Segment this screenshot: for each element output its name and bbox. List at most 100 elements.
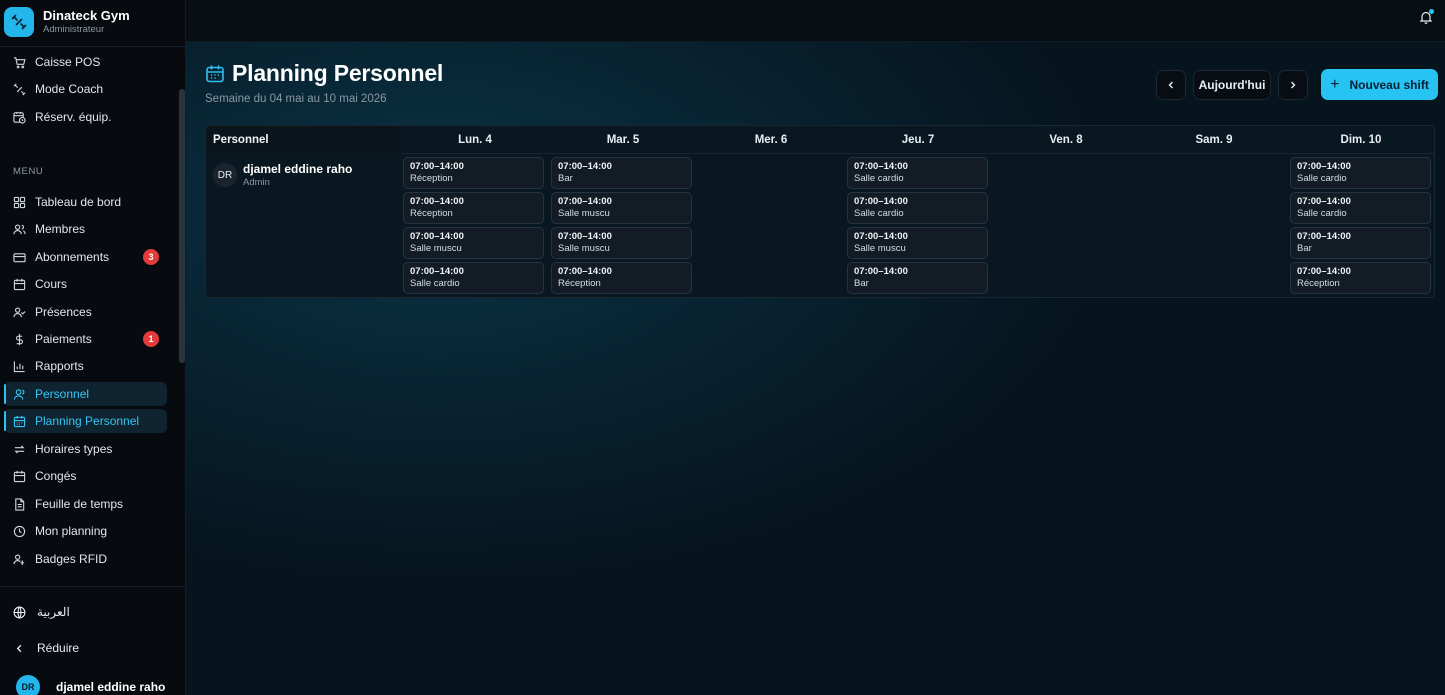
column-header-day: Jeu. 7 xyxy=(901,134,935,146)
shift-location: Salle cardio xyxy=(854,208,904,219)
sidebar-item-label: Feuille de temps xyxy=(35,497,124,511)
top-bar xyxy=(186,0,1445,42)
sidebar-item-reserv-equip[interactable]: Réserv. équip. xyxy=(4,105,167,129)
brand-role: Administrateur xyxy=(43,24,105,35)
employee-cell[interactable]: DR djamel eddine raho Admin xyxy=(206,155,401,297)
shift-time: 07:00–14:00 xyxy=(558,161,612,172)
plus-icon: + xyxy=(1330,75,1340,93)
collapse-label: Réduire xyxy=(37,641,80,655)
sidebar-item-mon-planning[interactable]: Mon planning xyxy=(4,519,167,543)
language-label: العربية xyxy=(37,605,70,619)
paiements-count-badge: 1 xyxy=(143,331,159,347)
sidebar-item-tableau-de-bord[interactable]: Tableau de bord xyxy=(4,190,167,214)
bar-chart-icon xyxy=(12,359,26,373)
next-week-button[interactable] xyxy=(1278,69,1308,100)
shift-card[interactable]: 07:00–14:00 Réception xyxy=(403,157,544,189)
user-check-icon xyxy=(12,305,26,319)
sidebar-item-horaires-types[interactable]: Horaires types xyxy=(4,437,167,461)
sidebar-item-label: Membres xyxy=(35,222,86,236)
shift-time: 07:00–14:00 xyxy=(854,231,908,242)
sidebar-item-personnel[interactable]: Personnel xyxy=(4,382,167,406)
sidebar-item-cours[interactable]: Cours xyxy=(4,272,167,296)
calendar-grid-icon xyxy=(206,65,224,82)
shift-card[interactable]: 07:00–14:00 Réception xyxy=(403,192,544,224)
sidebar-item-label: Badges RFID xyxy=(35,552,108,566)
shift-card[interactable]: 07:00–14:00 Bar xyxy=(551,157,692,189)
shift-time: 07:00–14:00 xyxy=(1297,161,1351,172)
sidebar-item-badges-rfid[interactable]: Badges RFID xyxy=(4,547,167,571)
shift-location: Salle cardio xyxy=(854,173,904,184)
shift-location: Réception xyxy=(410,208,453,219)
sidebar-item-rapports[interactable]: Rapports xyxy=(4,354,167,378)
language-switch-button[interactable]: العربية xyxy=(13,605,70,619)
shift-time: 07:00–14:00 xyxy=(410,231,464,242)
employee-role: Admin xyxy=(243,177,270,188)
shift-time: 07:00–14:00 xyxy=(854,161,908,172)
sidebar-item-label: Réserv. équip. xyxy=(35,110,112,124)
sidebar-item-label: Abonnements xyxy=(35,250,110,264)
sidebar-scrollbar[interactable] xyxy=(179,89,185,363)
brand[interactable]: Dinateck Gym Administrateur xyxy=(4,6,130,38)
shift-card[interactable]: 07:00–14:00 Réception xyxy=(551,262,692,294)
chevron-left-icon xyxy=(13,642,26,655)
shift-location: Salle cardio xyxy=(1297,208,1347,219)
sidebar-item-caisse-pos[interactable]: Caisse POS xyxy=(4,50,167,74)
sidebar-item-label: Présences xyxy=(35,305,92,319)
column-header-day: Lun. 4 xyxy=(458,134,492,146)
shift-time: 07:00–14:00 xyxy=(1297,196,1351,207)
shift-card[interactable]: 07:00–14:00 Bar xyxy=(847,262,988,294)
shift-time: 07:00–14:00 xyxy=(1297,231,1351,242)
previous-week-button[interactable] xyxy=(1156,69,1186,100)
shift-card[interactable]: 07:00–14:00 Salle cardio xyxy=(1290,192,1431,224)
column-header-day: Sam. 9 xyxy=(1195,134,1233,146)
main-content: Planning Personnel Semaine du 04 mai au … xyxy=(186,0,1445,695)
nav-scroll-area: Caisse POS Mode Coach Réserv. équip. MEN… xyxy=(0,47,186,585)
shift-location: Salle muscu xyxy=(558,243,610,254)
shift-time: 07:00–14:00 xyxy=(1297,266,1351,277)
today-button[interactable]: Aujourd'hui xyxy=(1193,69,1271,100)
shift-time: 07:00–14:00 xyxy=(410,161,464,172)
sidebar-item-presences[interactable]: Présences xyxy=(4,300,167,324)
sidebar-item-abonnements[interactable]: Abonnements 3 xyxy=(4,245,167,269)
shift-time: 07:00–14:00 xyxy=(558,196,612,207)
collapse-sidebar-button[interactable]: Réduire xyxy=(13,641,79,655)
sidebar-item-membres[interactable]: Membres xyxy=(4,217,167,241)
column-header-personnel: Personnel xyxy=(206,126,401,154)
sidebar-item-paiements[interactable]: Paiements 1 xyxy=(4,327,167,351)
shift-card[interactable]: 07:00–14:00 Réception xyxy=(1290,262,1431,294)
sidebar-item-feuille-de-temps[interactable]: Feuille de temps xyxy=(4,492,167,516)
shift-card[interactable]: 07:00–14:00 Bar xyxy=(1290,227,1431,259)
current-user[interactable]: DR djamel eddine raho xyxy=(16,675,165,695)
shift-location: Bar xyxy=(1297,243,1312,254)
sidebar-item-label: Congés xyxy=(35,469,77,483)
new-shift-button[interactable]: + Nouveau shift xyxy=(1321,69,1438,100)
shift-card[interactable]: 07:00–14:00 Salle cardio xyxy=(403,262,544,294)
shift-time: 07:00–14:00 xyxy=(854,196,908,207)
coach-icon xyxy=(12,82,26,96)
shift-card[interactable]: 07:00–14:00 Salle muscu xyxy=(847,227,988,259)
sidebar-item-conges[interactable]: Congés xyxy=(4,464,167,488)
shift-location: Bar xyxy=(558,173,573,184)
shift-time: 07:00–14:00 xyxy=(558,266,612,277)
shift-time: 07:00–14:00 xyxy=(410,196,464,207)
column-header-day: Mer. 6 xyxy=(754,134,788,146)
sidebar-item-planning-personnel[interactable]: Planning Personnel xyxy=(4,409,167,433)
sidebar-item-label: Rapports xyxy=(35,359,84,373)
shift-card[interactable]: 07:00–14:00 Salle cardio xyxy=(1290,157,1431,189)
shift-card[interactable]: 07:00–14:00 Salle cardio xyxy=(847,192,988,224)
shift-card[interactable]: 07:00–14:00 Salle cardio xyxy=(847,157,988,189)
shift-card[interactable]: 07:00–14:00 Salle muscu xyxy=(403,227,544,259)
chevron-left-icon xyxy=(1168,81,1173,88)
sidebar-item-label: Personnel xyxy=(35,387,90,401)
shift-card[interactable]: 07:00–14:00 Salle muscu xyxy=(551,227,692,259)
repeat-icon xyxy=(12,442,26,456)
sidebar-item-mode-coach[interactable]: Mode Coach xyxy=(4,77,167,101)
page-title: Planning Personnel xyxy=(232,60,444,86)
notifications-button[interactable] xyxy=(1419,9,1435,26)
document-icon xyxy=(12,497,26,511)
shift-location: Salle muscu xyxy=(854,243,906,254)
page-header: Planning Personnel Semaine du 04 mai au … xyxy=(205,60,443,105)
shift-location: Salle muscu xyxy=(410,243,462,254)
globe-icon xyxy=(13,606,26,619)
shift-card[interactable]: 07:00–14:00 Salle muscu xyxy=(551,192,692,224)
